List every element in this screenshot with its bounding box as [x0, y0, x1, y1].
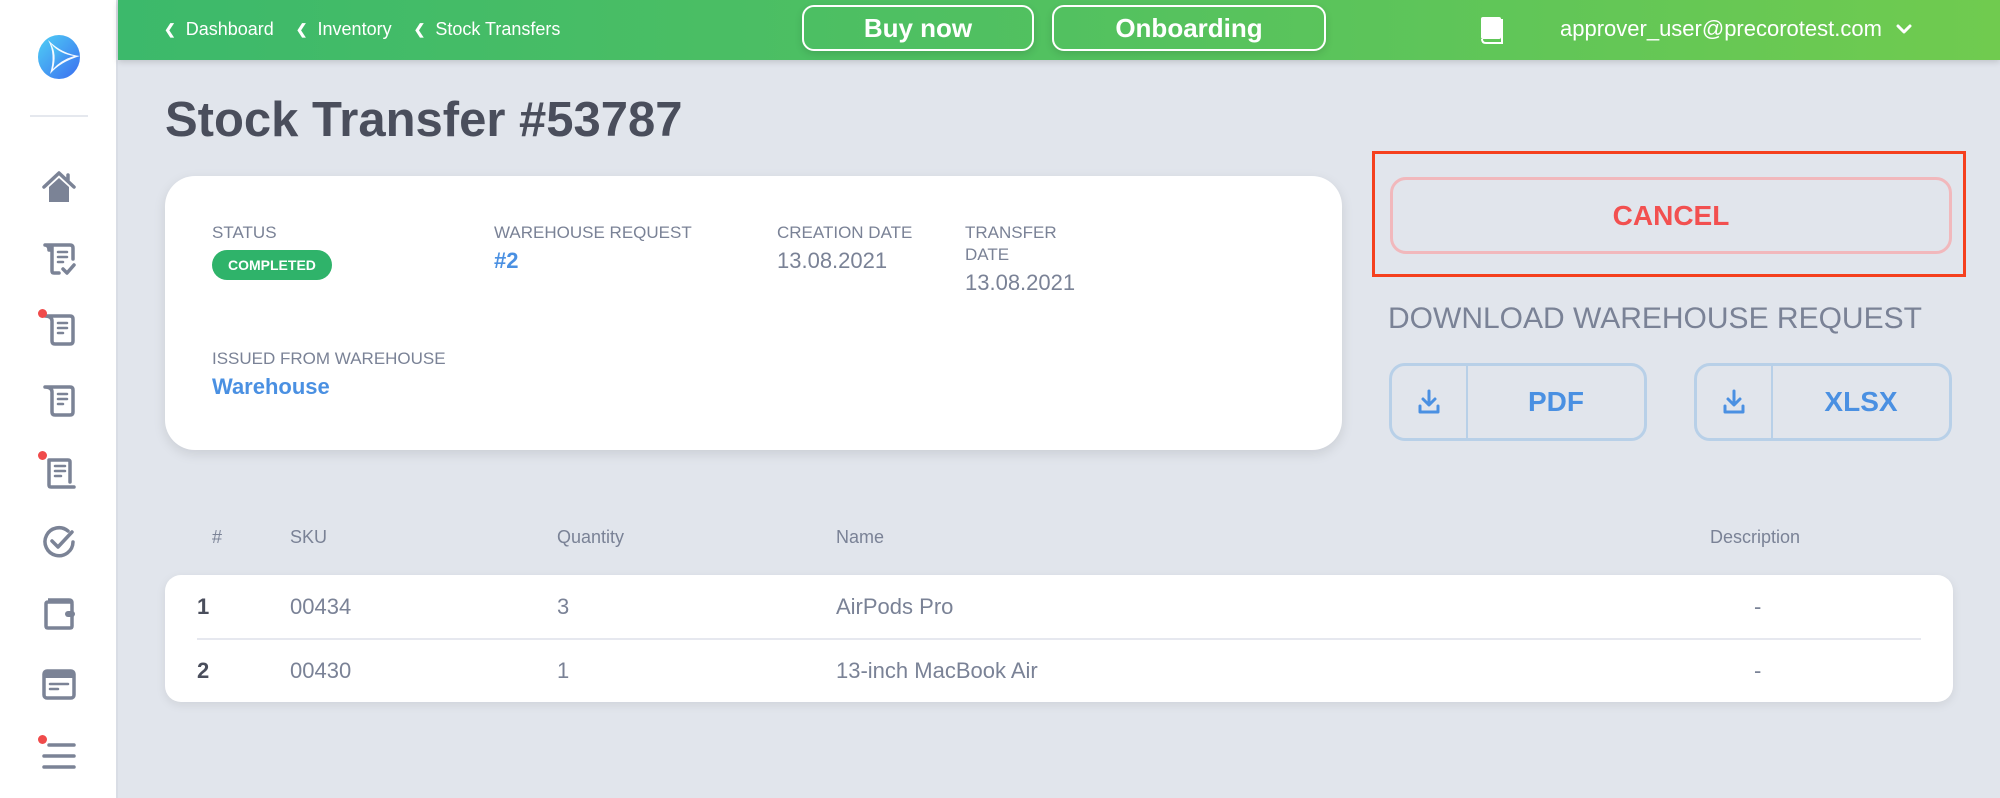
sidebar-item-orders[interactable] [38, 379, 80, 421]
chevron-left-icon: ❮ [164, 20, 176, 37]
chevron-left-icon: ❮ [413, 20, 426, 37]
notification-dot [38, 309, 47, 318]
card-icon [42, 669, 76, 700]
column-header-sku: SKU [290, 527, 328, 547]
breadcrumb: ❮ Dashboard ❮ Inventory ❮ Stock Transfers [164, 0, 560, 58]
notification-dot [38, 451, 47, 460]
column-header-description: Description [1710, 527, 1801, 547]
transfer-date-label: TRANSFER [965, 223, 1057, 242]
download-title: DOWNLOAD WAREHOUSE REQUEST [1388, 302, 1922, 335]
warehouse-request-field: WAREHOUSE REQUEST #2 [494, 222, 692, 274]
creation-date-field: CREATION DATE 13.08.2021 [777, 222, 912, 274]
issued-from-field: ISSUED FROM WAREHOUSE Warehouse [212, 348, 446, 400]
breadcrumb-inventory[interactable]: ❮ Inventory [296, 19, 392, 40]
home-icon [42, 171, 76, 202]
document-check-icon [43, 243, 76, 275]
table-row[interactable]: 1 00434 3 AirPods Pro - [165, 575, 1953, 638]
issued-from-link[interactable]: Warehouse [212, 374, 446, 400]
sidebar-item-invoices[interactable] [38, 663, 80, 705]
sidebar-item-budgets[interactable] [38, 592, 80, 634]
page-title: Stock Transfer #53787 [165, 93, 683, 147]
warehouse-request-label: WAREHOUSE REQUEST [494, 223, 692, 242]
xlsx-label: XLSX [1824, 386, 1898, 417]
top-bar: ❮ Dashboard ❮ Inventory ❮ Stock Transfers B… [118, 0, 2000, 60]
sidebar-item-home[interactable] [38, 166, 80, 208]
breadcrumb-label: Inventory [317, 18, 392, 39]
onboarding-button[interactable]: Onboarding [1052, 5, 1326, 51]
download-icon [1392, 366, 1468, 438]
download-pdf-button[interactable]: PDF [1389, 363, 1647, 441]
status-field: STATUS COMPLETED [212, 222, 332, 280]
sidebar-divider [30, 115, 88, 117]
column-header-name: Name [836, 527, 885, 547]
breadcrumb-label: Stock Transfers [435, 18, 561, 39]
transfer-date-field: TRANSFER DATE 13.08.2021 [965, 222, 1075, 296]
sidebar-item-tasks[interactable] [38, 521, 80, 563]
user-menu[interactable]: approver_user@precorotest.com [1560, 0, 1912, 58]
notification-dot [38, 735, 47, 744]
row-name: AirPods Pro [836, 593, 954, 619]
transfer-date-value: 13.08.2021 [965, 270, 1076, 295]
document-icon [43, 385, 75, 417]
row-quantity: 1 [557, 657, 570, 683]
check-circle-icon [43, 525, 75, 558]
pdf-label: PDF [1528, 386, 1584, 417]
sidebar-item-more[interactable] [38, 734, 80, 776]
wallet-icon [44, 598, 75, 630]
download-xlsx-button[interactable]: XLSX [1694, 363, 1952, 441]
book-icon[interactable] [1480, 16, 1504, 44]
issued-from-label: ISSUED FROM WAREHOUSE [212, 349, 446, 368]
status-label: STATUS [212, 223, 277, 242]
row-name: 13-inch MacBook Air [836, 657, 1038, 683]
status-badge: COMPLETED [212, 250, 332, 280]
app-logo[interactable] [36, 34, 82, 80]
download-icon [1697, 366, 1773, 438]
creation-date-value: 13.08.2021 [777, 248, 888, 273]
row-description: - [1754, 593, 1762, 619]
cancel-button[interactable]: CANCEL [1390, 177, 1952, 254]
transfer-info-card: STATUS COMPLETED WAREHOUSE REQUEST #2 CR… [165, 176, 1342, 450]
row-sku: 00434 [290, 593, 352, 619]
row-quantity: 3 [557, 593, 570, 619]
creation-date-label: CREATION DATE [777, 223, 913, 242]
breadcrumb-dashboard[interactable]: ❮ Dashboard [164, 19, 274, 40]
sidebar-item-requests[interactable] [38, 308, 80, 350]
table-row[interactable]: 2 00430 1 13-inch MacBook Air - [165, 639, 1953, 702]
column-header-num: # [212, 527, 223, 547]
breadcrumb-stock-transfers[interactable]: ❮ Stock Transfers [414, 19, 561, 40]
items-table: 1 00434 3 AirPods Pro - 2 00430 1 13-inc… [165, 575, 1953, 702]
sidebar [0, 0, 118, 798]
sidebar-item-approvals[interactable] [38, 237, 80, 279]
row-description: - [1754, 657, 1762, 683]
row-number: 1 [197, 593, 210, 619]
row-number: 2 [197, 657, 210, 683]
warehouse-request-link[interactable]: #2 [494, 248, 692, 274]
sidebar-item-receipts[interactable] [38, 450, 80, 492]
transfer-date-label: DATE [965, 245, 1010, 264]
buy-now-button[interactable]: Buy now [802, 5, 1034, 51]
breadcrumb-label: Dashboard [185, 18, 274, 39]
user-email: approver_user@precorotest.com [1560, 16, 1882, 41]
row-sku: 00430 [290, 657, 352, 683]
chevron-left-icon: ❮ [295, 20, 308, 37]
column-header-quantity: Quantity [557, 527, 625, 547]
chevron-down-icon [1896, 24, 1912, 34]
